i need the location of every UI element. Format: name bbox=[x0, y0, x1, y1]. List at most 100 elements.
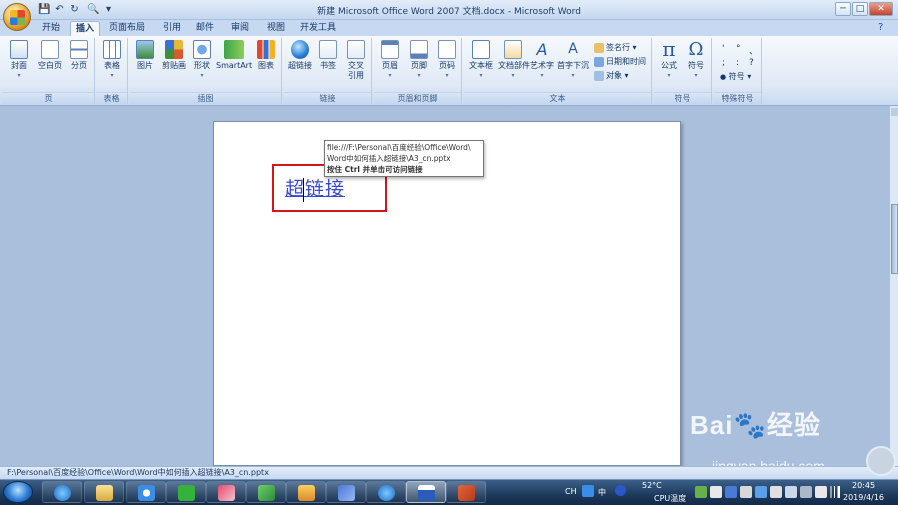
ribbon-tabs: 开始 插入 页面布局 引用 邮件 审阅 视图 开发工具 ? bbox=[0, 20, 898, 36]
group-text: 文本框 ▾ 文档部件 ▾ A 艺术字 ▾ A 首字下沉 ▾ 签名行 ▾ 日期和时间 对象 ▾… bbox=[464, 38, 652, 104]
signature-line-button[interactable]: 签名行 ▾ bbox=[594, 42, 637, 54]
tray-app-icon-6[interactable] bbox=[785, 486, 797, 498]
text-box-button[interactable]: 文本框 ▾ bbox=[466, 40, 496, 81]
scroll-thumb[interactable] bbox=[891, 204, 898, 274]
special-symbol-4[interactable]: ; bbox=[722, 58, 725, 68]
tab-review[interactable]: 审阅 bbox=[226, 21, 254, 36]
taskbar-photo[interactable] bbox=[286, 481, 326, 503]
ime-icon[interactable] bbox=[582, 485, 594, 497]
cover-page-button[interactable]: 封面 ▾ bbox=[5, 40, 33, 81]
taskbar-ie2[interactable] bbox=[366, 481, 406, 503]
symbol-button[interactable]: Ω 符号 ▾ bbox=[683, 40, 709, 81]
photo-icon bbox=[298, 485, 315, 501]
cpu-temp-label: CPU温度 bbox=[654, 494, 687, 503]
office-button[interactable] bbox=[3, 3, 31, 31]
smartart-button[interactable]: SmartArt bbox=[216, 40, 252, 71]
bluetooth-icon[interactable] bbox=[725, 486, 737, 498]
group-label-text: 文本 bbox=[464, 92, 651, 104]
tab-page-layout[interactable]: 页面布局 bbox=[106, 21, 148, 36]
date-time-button[interactable]: 日期和时间 bbox=[594, 56, 646, 68]
clock-date[interactable]: 2019/4/16 bbox=[843, 493, 884, 502]
group-symbols: π 公式 ▾ Ω 符号 ▾ 符号 bbox=[654, 38, 712, 104]
special-symbol-6[interactable]: ? bbox=[749, 58, 754, 68]
ime-mode[interactable]: 中 bbox=[598, 487, 606, 498]
tab-home[interactable]: 开始 bbox=[34, 21, 68, 36]
quick-parts-button[interactable]: 文档部件 ▾ bbox=[498, 40, 530, 81]
ruler-toggle-icon[interactable] bbox=[891, 108, 898, 116]
tab-mailings[interactable]: 邮件 bbox=[191, 21, 219, 36]
tab-view[interactable]: 视图 bbox=[262, 21, 290, 36]
clip-art-button[interactable]: 剪贴画 bbox=[159, 40, 189, 71]
special-symbol-1[interactable]: ' bbox=[722, 44, 724, 54]
header-button[interactable]: 页眉 ▾ bbox=[376, 40, 404, 81]
taskbar-ie[interactable] bbox=[42, 481, 82, 503]
tray-app-icon-1[interactable] bbox=[695, 486, 707, 498]
minimize-button[interactable]: ─ bbox=[835, 2, 851, 16]
tab-references[interactable]: 引用 bbox=[158, 21, 186, 36]
special-symbol-3[interactable]: 、 bbox=[749, 44, 758, 57]
ribbon: 封面 ▾ 空白页 分页 页 表格 ▾ 表格 图片 剪贴画 形状 ▾ SmartArt … bbox=[0, 36, 898, 106]
group-label-illustrations: 插图 bbox=[130, 92, 281, 104]
taskbar-media-player[interactable] bbox=[246, 481, 286, 503]
help-tray-icon[interactable] bbox=[615, 485, 626, 496]
equation-button[interactable]: π 公式 ▾ bbox=[656, 37, 682, 81]
object-button[interactable]: 对象 ▾ bbox=[594, 70, 629, 82]
vertical-scrollbar[interactable] bbox=[889, 106, 898, 466]
help-icon[interactable]: ? bbox=[878, 22, 883, 33]
drop-cap-button[interactable]: A 首字下沉 ▾ bbox=[556, 40, 590, 81]
taskbar-explorer[interactable] bbox=[84, 481, 124, 503]
taskbar-baidu-netdisk[interactable] bbox=[126, 481, 166, 503]
tab-insert[interactable]: 插入 bbox=[70, 21, 100, 36]
tray-app-icon-5[interactable] bbox=[770, 486, 782, 498]
shapes-button[interactable]: 形状 ▾ bbox=[190, 40, 214, 81]
table-icon bbox=[103, 40, 121, 59]
volume-icon[interactable] bbox=[815, 486, 827, 498]
special-symbol-5[interactable]: : bbox=[736, 58, 739, 68]
page-number-icon bbox=[438, 40, 456, 59]
text-box-icon bbox=[472, 40, 490, 59]
tab-developer[interactable]: 开发工具 bbox=[296, 21, 340, 36]
footer-button[interactable]: 页脚 ▾ bbox=[405, 40, 433, 81]
tooltip-hint: 按住 Ctrl 并单击可访问链接 bbox=[327, 165, 423, 174]
tray-app-icon-7[interactable] bbox=[800, 486, 812, 498]
taskbar-word[interactable] bbox=[406, 481, 446, 503]
picture-button[interactable]: 图片 bbox=[132, 40, 158, 71]
smartart-icon bbox=[224, 40, 244, 59]
blank-page-button[interactable]: 空白页 bbox=[35, 40, 65, 71]
ime-lang[interactable]: CH bbox=[565, 487, 577, 496]
start-button[interactable] bbox=[3, 481, 33, 503]
cover-page-icon bbox=[10, 40, 28, 59]
special-symbol-button[interactable]: ● 符号 ▾ bbox=[720, 71, 751, 83]
taskbar-snipping[interactable] bbox=[206, 481, 246, 503]
taskbar-iqiyi[interactable] bbox=[166, 481, 206, 503]
wordart-button[interactable]: A 艺术字 ▾ bbox=[528, 40, 556, 81]
taskbar-powerpoint[interactable] bbox=[446, 481, 486, 503]
text-cursor bbox=[303, 178, 304, 202]
table-button[interactable]: 表格 ▾ bbox=[98, 40, 126, 81]
special-symbol-2[interactable]: ° bbox=[736, 44, 741, 54]
pi-icon: π bbox=[662, 37, 676, 61]
user-avatar-icon[interactable] bbox=[866, 446, 896, 476]
cross-reference-button[interactable]: 交叉引用 bbox=[342, 40, 370, 81]
network-icon[interactable] bbox=[828, 486, 840, 498]
group-label-links: 链接 bbox=[284, 92, 371, 104]
maximize-button[interactable]: □ bbox=[852, 2, 868, 16]
iqiyi-icon bbox=[178, 485, 195, 501]
taskbar-mail[interactable] bbox=[326, 481, 366, 503]
clock-time[interactable]: 20:45 bbox=[852, 481, 875, 490]
close-button[interactable]: ✕ bbox=[869, 2, 893, 16]
hyperlink-text[interactable]: 超链接 bbox=[285, 177, 345, 201]
group-label-header-footer: 页眉和页脚 bbox=[374, 92, 461, 104]
hyperlink-button[interactable]: 超链接 bbox=[286, 40, 314, 71]
group-label-pages: 页 bbox=[3, 92, 94, 104]
tray-app-icon-4[interactable] bbox=[755, 486, 767, 498]
tray-app-icon-2[interactable] bbox=[710, 486, 722, 498]
chart-icon bbox=[257, 40, 275, 59]
group-links: 超链接 书签 交叉引用 链接 bbox=[284, 38, 372, 104]
chart-button[interactable]: 图表 bbox=[254, 40, 278, 71]
page-number-button[interactable]: 页码 ▾ bbox=[433, 40, 461, 81]
page-break-button[interactable]: 分页 bbox=[65, 40, 93, 71]
bookmark-button[interactable]: 书签 bbox=[315, 40, 341, 71]
tray-app-icon-3[interactable] bbox=[740, 486, 752, 498]
tooltip-url-line1: file:///F:\Personal\百度经验\Office\Word\ bbox=[327, 143, 471, 152]
